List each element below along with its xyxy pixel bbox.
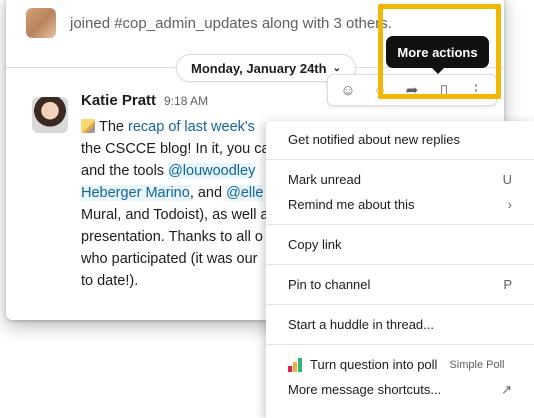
memo-emoji-icon (81, 119, 95, 133)
menu-item-more-shortcuts[interactable]: More message shortcuts... ↗ (266, 377, 534, 402)
message-line: who participated (it was our (81, 251, 258, 267)
menu-item-remind-me[interactable]: Remind me about this › (266, 192, 534, 217)
recap-link[interactable]: recap of last week's (128, 119, 255, 135)
menu-divider (266, 224, 534, 225)
external-link-icon: ↗ (501, 381, 512, 397)
chevron-right-icon: › (507, 197, 512, 212)
menu-divider (266, 344, 534, 345)
message-body: The recap of last week's the CSCCE blog!… (81, 116, 281, 292)
simple-poll-icon (288, 357, 302, 372)
user-mention[interactable]: @elle (226, 185, 264, 201)
user-mention[interactable]: Heberger Marino (81, 185, 190, 201)
join-text: joined #cop_admin_updates along with 3 o… (70, 14, 392, 32)
message-line: Heberger Marino, and @elle (81, 185, 264, 201)
message-line: and the tools @louwoodley (81, 163, 256, 179)
menu-item-start-huddle[interactable]: Start a huddle in thread... (266, 312, 534, 337)
channel-join-event: joined #cop_admin_updates along with 3 o… (26, 8, 392, 38)
menu-item-get-notified[interactable]: Get notified about new replies (266, 127, 534, 152)
menu-divider (266, 159, 534, 160)
message-line: to date!). (81, 273, 139, 289)
add-reaction-icon[interactable]: ☺ (336, 82, 360, 99)
chevron-down-icon: ⌄ (332, 62, 341, 74)
menu-divider (266, 264, 534, 265)
message-header: Katie Pratt 9:18 AM (81, 92, 208, 109)
menu-item-turn-into-poll[interactable]: Turn question into poll Simple Poll (266, 352, 534, 377)
menu-item-mark-unread[interactable]: Mark unread U (266, 167, 534, 192)
shortcut-key: P (503, 277, 512, 292)
date-label: Monday, January 24th (191, 60, 327, 76)
menu-item-copy-link[interactable]: Copy link (266, 232, 534, 257)
message-line: Mural, and Todoist), as well a (81, 207, 269, 223)
more-actions-icon[interactable]: ⋮ (464, 81, 488, 99)
message-line: presentation. Thanks to all o (81, 229, 263, 245)
app-name: Simple Poll (449, 358, 505, 371)
avatar[interactable] (32, 97, 68, 133)
message-hover-toolbar: ☺ ◌ ➦ ▯ ⋮ (327, 74, 497, 106)
message-author[interactable]: Katie Pratt (81, 92, 156, 109)
message-line: The recap of last week's (81, 116, 281, 138)
share-icon[interactable]: ➦ (400, 81, 424, 99)
menu-item-pin-to-channel[interactable]: Pin to channel P (266, 272, 534, 297)
message-timestamp[interactable]: 9:18 AM (164, 94, 208, 108)
more-actions-tooltip: More actions (386, 36, 489, 74)
shortcut-key: U (502, 172, 512, 187)
avatar[interactable] (26, 8, 56, 38)
bookmark-icon[interactable]: ▯ (432, 81, 456, 99)
message-line: the CSCCE blog! In it, you ca (81, 141, 270, 157)
menu-divider (266, 304, 534, 305)
message-actions-menu: Get notified about new replies Mark unre… (266, 121, 534, 418)
reply-in-thread-icon[interactable]: ◌ (368, 82, 392, 99)
user-mention[interactable]: @louwoodley (168, 163, 256, 179)
